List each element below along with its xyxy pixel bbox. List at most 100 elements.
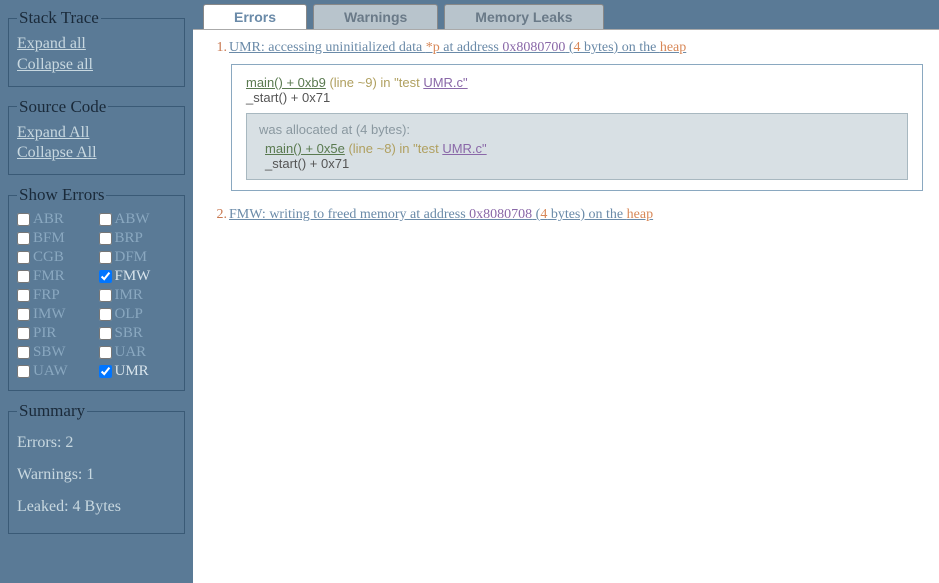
label-fmw[interactable]: FMW <box>115 268 151 285</box>
label-sbw[interactable]: SBW <box>33 344 66 361</box>
error-filter-sbr: SBR <box>99 325 177 342</box>
label-sbr[interactable]: SBR <box>115 325 143 342</box>
summary-legend: Summary <box>17 401 87 421</box>
error-entry-1: 1.UMR: accessing uninitialized data *p a… <box>209 40 923 191</box>
label-fmr[interactable]: FMR <box>33 268 65 285</box>
tabs: Errors Warnings Memory Leaks <box>193 0 939 30</box>
byte-count: 4 <box>540 207 547 222</box>
error-filter-uar: UAR <box>99 344 177 361</box>
summary-panel: Summary Errors: 2 Warnings: 1 Leaked: 4 … <box>8 401 185 534</box>
source-code-legend: Source Code <box>17 97 108 117</box>
checkbox-sbr[interactable] <box>99 327 112 340</box>
checkbox-brp[interactable] <box>99 232 112 245</box>
label-uaw[interactable]: UAW <box>33 363 68 380</box>
error-heading-1[interactable]: UMR: accessing uninitialized data *p at … <box>229 40 686 55</box>
summary-warnings: Warnings: 1 <box>17 459 176 491</box>
checkbox-imr[interactable] <box>99 289 112 302</box>
source-file-link[interactable]: UMR.c" <box>423 75 467 90</box>
checkbox-fmw[interactable] <box>99 270 112 283</box>
label-imr[interactable]: IMR <box>115 287 143 304</box>
error-filter-pir: PIR <box>17 325 95 342</box>
show-errors-panel: Show Errors ABR ABW BFM BRP CGB DFM FMR FMW FRP I… <box>8 185 185 391</box>
main: Errors Warnings Memory Leaks 1.UMR: acce… <box>193 0 939 583</box>
checkbox-bfm[interactable] <box>17 232 30 245</box>
allocation-heading: was allocated at (4 bytes): <box>259 122 895 137</box>
stack-frame: _start() + 0x71 <box>265 156 895 171</box>
label-umr[interactable]: UMR <box>115 363 149 380</box>
ptr: *p <box>426 40 440 55</box>
error-filter-imw: IMW <box>17 306 95 323</box>
checkbox-frp[interactable] <box>17 289 30 302</box>
checkbox-fmr[interactable] <box>17 270 30 283</box>
error-entry-2: 2.FMW: writing to freed memory at addres… <box>209 207 923 223</box>
label-olp[interactable]: OLP <box>115 306 143 323</box>
error-filter-cgb: CGB <box>17 249 95 266</box>
label-abr[interactable]: ABR <box>33 211 64 228</box>
allocation-box: was allocated at (4 bytes): main() + 0x5e… <box>246 113 908 180</box>
checkbox-olp[interactable] <box>99 308 112 321</box>
stack-trace-legend: Stack Trace <box>17 8 101 28</box>
collapse-all-source[interactable]: Collapse All <box>17 143 176 164</box>
label-imw[interactable]: IMW <box>33 306 66 323</box>
error-number: 1. <box>209 40 227 56</box>
source-code-panel: Source Code Expand All Collapse All <box>8 97 185 176</box>
error-filter-fmw: FMW <box>99 268 177 285</box>
summary-errors: Errors: 2 <box>17 427 176 459</box>
stack-trace-box: main() + 0xb9 (line ~9) in "test UMR.c"_… <box>231 64 923 191</box>
checkbox-pir[interactable] <box>17 327 30 340</box>
collapse-all-stack[interactable]: Collapse all <box>17 55 176 76</box>
label-frp[interactable]: FRP <box>33 287 60 304</box>
error-number: 2. <box>209 207 227 223</box>
label-uar[interactable]: UAR <box>115 344 147 361</box>
label-abw[interactable]: ABW <box>115 211 150 228</box>
frame-meta: (line ~9) in "test <box>326 75 423 90</box>
label-brp[interactable]: BRP <box>115 230 143 247</box>
stack-frame: _start() + 0x71 <box>246 90 908 105</box>
checkbox-dfm[interactable] <box>99 251 112 264</box>
content: 1.UMR: accessing uninitialized data *p a… <box>193 30 939 249</box>
tab-warnings[interactable]: Warnings <box>313 4 438 29</box>
error-filter-imr: IMR <box>99 287 177 304</box>
show-errors-legend: Show Errors <box>17 185 106 205</box>
heap-label: heap <box>627 207 653 222</box>
checkbox-umr[interactable] <box>99 365 112 378</box>
stack-frame-link[interactable]: main() + 0x5e <box>265 141 345 156</box>
label-cgb[interactable]: CGB <box>33 249 64 266</box>
byte-count: 4 <box>574 40 581 55</box>
error-filter-abr: ABR <box>17 211 95 228</box>
address: 0x8080700 <box>502 40 565 55</box>
source-file-link[interactable]: UMR.c" <box>442 141 486 156</box>
checkbox-uar[interactable] <box>99 346 112 359</box>
label-dfm[interactable]: DFM <box>115 249 148 266</box>
error-filter-olp: OLP <box>99 306 177 323</box>
label-pir[interactable]: PIR <box>33 325 56 342</box>
error-filter-fmr: FMR <box>17 268 95 285</box>
stack-frame-link[interactable]: main() + 0xb9 <box>246 75 326 90</box>
tab-errors[interactable]: Errors <box>203 4 307 29</box>
sidebar: Stack Trace Expand all Collapse all Sour… <box>0 0 193 583</box>
error-filter-brp: BRP <box>99 230 177 247</box>
tab-leaks[interactable]: Memory Leaks <box>444 4 603 29</box>
error-filter-sbw: SBW <box>17 344 95 361</box>
heap-label: heap <box>660 40 686 55</box>
error-heading-2[interactable]: FMW: writing to freed memory at address … <box>229 207 653 222</box>
error-filter-uaw: UAW <box>17 363 95 380</box>
frame-meta: (line ~8) in "test <box>345 141 442 156</box>
checkbox-imw[interactable] <box>17 308 30 321</box>
checkbox-abw[interactable] <box>99 213 112 226</box>
checkbox-sbw[interactable] <box>17 346 30 359</box>
error-filter-umr: UMR <box>99 363 177 380</box>
expand-all-source[interactable]: Expand All <box>17 123 176 144</box>
checkbox-uaw[interactable] <box>17 365 30 378</box>
expand-all-stack[interactable]: Expand all <box>17 34 176 55</box>
checkbox-abr[interactable] <box>17 213 30 226</box>
address: 0x8080708 <box>469 207 532 222</box>
error-filter-bfm: BFM <box>17 230 95 247</box>
error-filter-abw: ABW <box>99 211 177 228</box>
error-filter-dfm: DFM <box>99 249 177 266</box>
stack-trace-panel: Stack Trace Expand all Collapse all <box>8 8 185 87</box>
label-bfm[interactable]: BFM <box>33 230 65 247</box>
error-filter-frp: FRP <box>17 287 95 304</box>
summary-leaked: Leaked: 4 Bytes <box>17 491 176 523</box>
checkbox-cgb[interactable] <box>17 251 30 264</box>
